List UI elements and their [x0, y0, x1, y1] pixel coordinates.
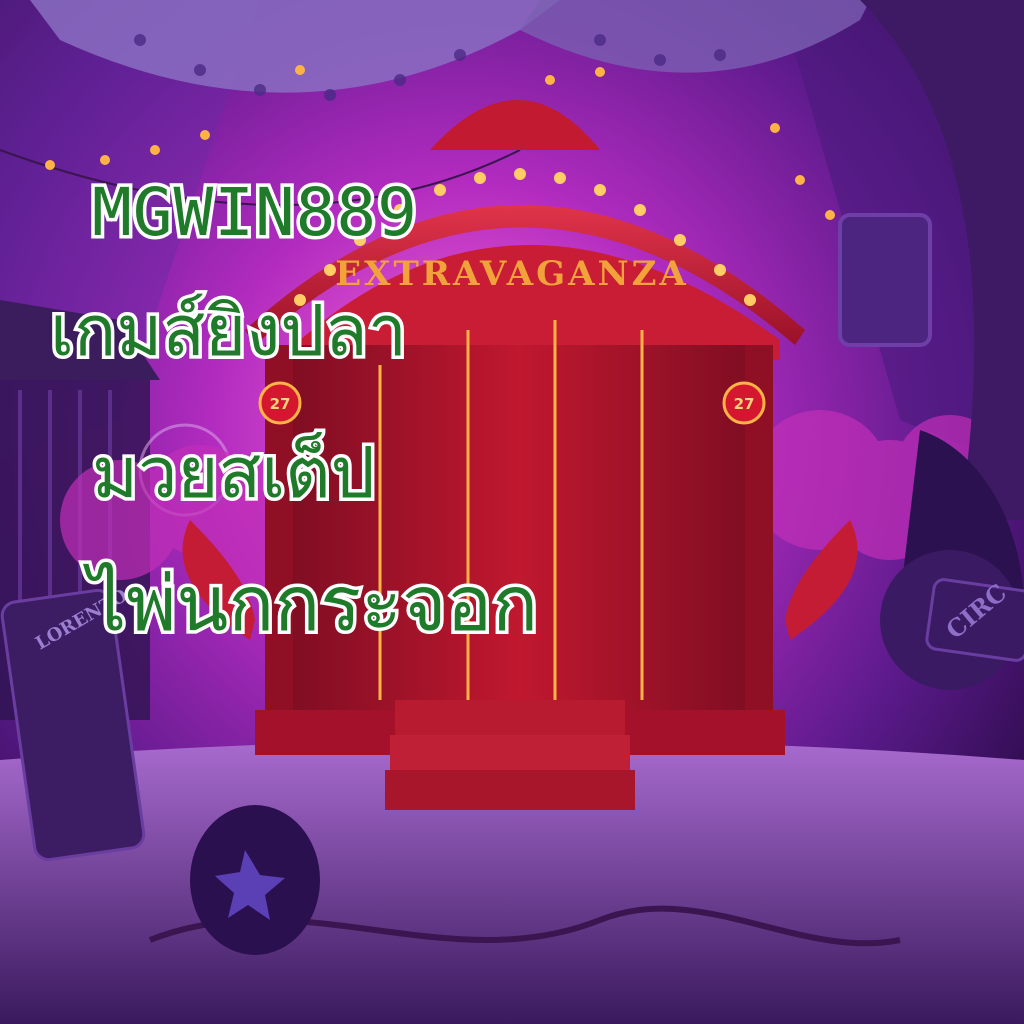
- left-number-badge: 27: [270, 395, 291, 413]
- wagon-marquee-text: EXTRAVAGANZA: [335, 254, 689, 294]
- right-sign-text: CIRC: [940, 578, 1012, 645]
- circus-stage-scene: EXTRAVAGANZA 27 27 LORENZO CIRC MGWIN889…: [0, 0, 1024, 1024]
- boxing-step-headline: มวยสเต็ป: [88, 432, 378, 514]
- brand-headline: MGWIN889: [89, 174, 421, 251]
- mahjong-cards-headline: ไพ่นกกระจอก: [84, 559, 541, 648]
- right-number-badge: 27: [734, 395, 755, 413]
- fishing-game-headline: เกมส์ยิงปลา: [46, 290, 410, 372]
